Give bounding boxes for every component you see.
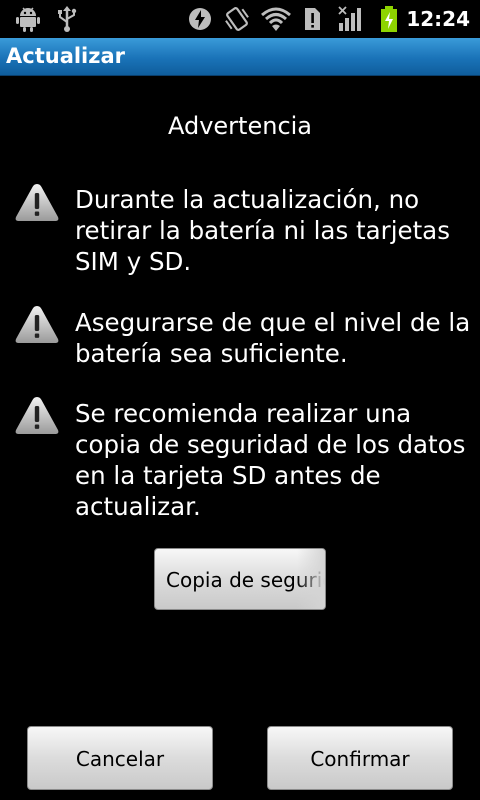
- app-title: Actualizar: [6, 44, 126, 68]
- warning-heading: Advertencia: [167, 112, 313, 140]
- battery-charging-icon: [380, 5, 398, 33]
- warning-icon: [14, 304, 60, 346]
- confirm-button[interactable]: Confirmar: [267, 726, 453, 790]
- clock: 12:24: [406, 7, 470, 31]
- vibrate-icon: [222, 5, 252, 33]
- cancel-button[interactable]: Cancelar: [27, 726, 213, 790]
- android-debug-icon: [16, 5, 40, 33]
- warning-icon: [14, 395, 60, 437]
- sim-alert-icon: [302, 5, 322, 33]
- title-bar: Actualizar: [0, 38, 480, 76]
- wifi-icon: [260, 5, 292, 33]
- status-bar: 12:24: [0, 0, 480, 38]
- backup-button[interactable]: Copia de seguridad: [154, 548, 326, 610]
- screen: 12:24 Actualizar Advertencia Durante la …: [0, 0, 480, 800]
- warning-icon: [14, 182, 60, 224]
- label-fade: [297, 549, 325, 609]
- warning-text: Durante la actualización, no retirar la …: [75, 185, 450, 276]
- signal-icon: [338, 5, 364, 33]
- warning-text: Asegurarse de que el nivel de la batería…: [75, 308, 471, 368]
- usb-icon: [56, 5, 78, 33]
- warning-text: Se recomienda realizar una copia de segu…: [75, 399, 466, 521]
- data-sync-icon: [188, 5, 212, 33]
